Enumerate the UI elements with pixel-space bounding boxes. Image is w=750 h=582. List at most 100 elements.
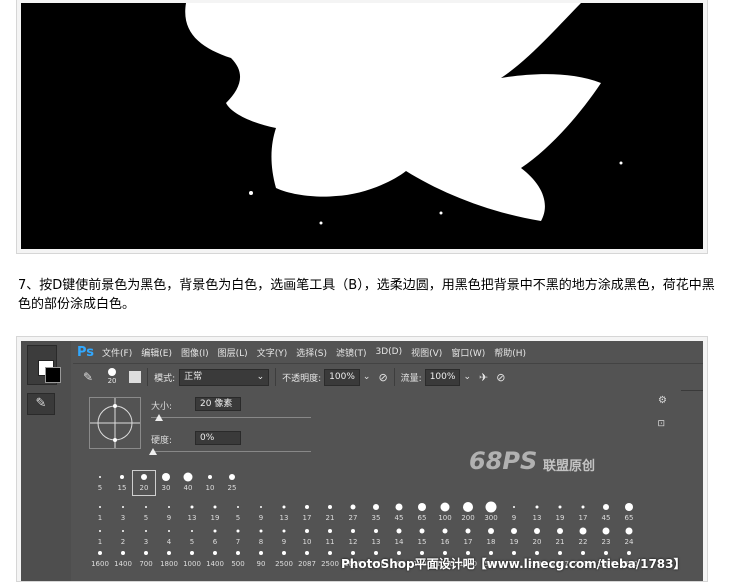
menu-window[interactable]: 窗口(W) [451, 346, 485, 359]
brush-preset[interactable]: 21 [549, 525, 571, 549]
brush-preset[interactable]: 1400 [204, 547, 226, 571]
menu-filter[interactable]: 滤镜(T) [336, 346, 367, 359]
menu-layer[interactable]: 图层(L) [218, 346, 248, 359]
brush-preset[interactable]: 6 [204, 525, 226, 549]
brush-preset[interactable]: 2500 [319, 547, 341, 571]
brush-preset[interactable]: 5 [135, 501, 157, 525]
menu-file[interactable]: 文件(F) [102, 346, 132, 359]
menu-3d[interactable]: 3D(D) [376, 347, 403, 357]
brush-preset[interactable]: 22 [572, 525, 594, 549]
brush-preset[interactable]: 4 [158, 525, 180, 549]
brush-preset[interactable]: 3 [135, 525, 157, 549]
brush-preset[interactable]: 300 [480, 501, 502, 525]
brush-preset[interactable]: 21 [319, 501, 341, 525]
brush-preset[interactable]: 3 [112, 501, 134, 525]
hardness-slider-track[interactable] [151, 451, 311, 452]
brush-preset[interactable]: 13 [365, 525, 387, 549]
flow-field[interactable]: 100% [424, 368, 461, 386]
brush-preset[interactable]: 700 [135, 547, 157, 571]
menu-view[interactable]: 视图(V) [411, 346, 442, 359]
brush-tool-icon[interactable]: ✎ [27, 393, 55, 415]
brush-preset[interactable]: 1000 [181, 547, 203, 571]
brush-preset[interactable]: 5 [227, 501, 249, 525]
brush-preset[interactable]: 45 [595, 501, 617, 525]
size-slider-track[interactable] [151, 417, 311, 418]
brush-preset[interactable]: 16 [434, 525, 456, 549]
brush-preset[interactable]: 2 [112, 525, 134, 549]
background-color-swatch[interactable] [45, 367, 61, 383]
brush-preset[interactable]: 2087 [296, 547, 318, 571]
menu-image[interactable]: 图像(I) [181, 346, 209, 359]
brush-preset[interactable]: 200 [457, 501, 479, 525]
brush-preset[interactable]: 12 [342, 525, 364, 549]
pressure-size-icon[interactable]: ⊘ [496, 371, 505, 384]
brush-preset[interactable]: 17 [572, 501, 594, 525]
menu-edit[interactable]: 编辑(E) [141, 346, 172, 359]
brush-preset[interactable]: 19 [549, 501, 571, 525]
brush-preset[interactable]: 500 [227, 547, 249, 571]
brush-preset[interactable]: 15 [111, 471, 133, 495]
color-swatches[interactable] [27, 345, 61, 385]
size-field[interactable]: 20 像素 [195, 397, 241, 411]
brush-preset[interactable]: 17 [457, 525, 479, 549]
brush-preset[interactable]: 7 [227, 525, 249, 549]
brush-preset[interactable]: 1800 [158, 547, 180, 571]
brush-preset[interactable]: 65 [411, 501, 433, 525]
menu-type[interactable]: 文字(Y) [257, 346, 288, 359]
brush-preset[interactable]: 90 [250, 547, 272, 571]
brush-preset[interactable]: 13 [181, 501, 203, 525]
brush-angle-preview[interactable] [89, 397, 141, 449]
brush-preset[interactable]: 18 [480, 525, 502, 549]
mode-select[interactable]: 正常 ⌄ [179, 368, 270, 386]
brush-preset[interactable]: 23 [595, 525, 617, 549]
brush-preset[interactable]: 45 [388, 501, 410, 525]
brush-preset[interactable]: 13 [526, 501, 548, 525]
chevron-down-icon[interactable]: ⌄ [463, 372, 471, 382]
brush-preset[interactable]: 17 [296, 501, 318, 525]
brush-preset[interactable]: 2500 [273, 547, 295, 571]
brush-preset[interactable]: 40 [177, 471, 199, 495]
brush-preset[interactable]: 19 [204, 501, 226, 525]
chevron-down-icon[interactable]: ⌄ [363, 372, 371, 382]
hardness-field[interactable]: 0% [195, 431, 241, 445]
brush-preset[interactable]: 24 [618, 525, 640, 549]
size-slider-knob[interactable] [155, 414, 163, 421]
brush-preset[interactable]: 20 [132, 470, 156, 496]
brush-preset[interactable]: 15 [411, 525, 433, 549]
menu-select[interactable]: 选择(S) [296, 346, 327, 359]
brush-preset[interactable]: 10 [199, 471, 221, 495]
brush-preset[interactable]: 1 [89, 525, 111, 549]
brush-preset[interactable]: 19 [503, 525, 525, 549]
brush-preset[interactable]: 11 [319, 525, 341, 549]
brush-preset[interactable]: 27 [342, 501, 364, 525]
new-preset-icon[interactable]: ⊡ [657, 419, 665, 429]
brush-preset[interactable]: 1 [89, 501, 111, 525]
brush-preset-picker[interactable]: 20 [101, 368, 123, 386]
opacity-field[interactable]: 100% [324, 368, 360, 386]
brush-preset-icon[interactable]: ✎ [83, 370, 93, 384]
brush-preset[interactable]: 5 [89, 471, 111, 495]
brush-preset[interactable]: 20 [526, 525, 548, 549]
brush-preset[interactable]: 25 [221, 471, 243, 495]
brush-preset[interactable]: 1400 [112, 547, 134, 571]
brush-preset[interactable]: 14 [388, 525, 410, 549]
brush-panel-toggle-icon[interactable] [129, 371, 142, 383]
brush-preset[interactable]: 9 [273, 525, 295, 549]
brush-preset[interactable]: 9 [250, 501, 272, 525]
pressure-opacity-icon[interactable]: ⊘ [378, 371, 387, 384]
menu-help[interactable]: 帮助(H) [494, 346, 526, 359]
brush-preset[interactable]: 30 [155, 471, 177, 495]
brush-preset[interactable]: 65 [618, 501, 640, 525]
brush-preset[interactable]: 1600 [89, 547, 111, 571]
brush-preset[interactable]: 9 [503, 501, 525, 525]
gear-icon[interactable]: ⚙ [658, 395, 667, 406]
brush-preset[interactable]: 35 [365, 501, 387, 525]
hardness-slider-knob[interactable] [149, 448, 157, 455]
brush-preset[interactable]: 5 [181, 525, 203, 549]
brush-preset[interactable]: 100 [434, 501, 456, 525]
brush-preset[interactable]: 10 [296, 525, 318, 549]
brush-preset[interactable]: 9 [158, 501, 180, 525]
airbrush-icon[interactable]: ✈ [479, 371, 488, 384]
brush-preset[interactable]: 8 [250, 525, 272, 549]
brush-preset[interactable]: 13 [273, 501, 295, 525]
